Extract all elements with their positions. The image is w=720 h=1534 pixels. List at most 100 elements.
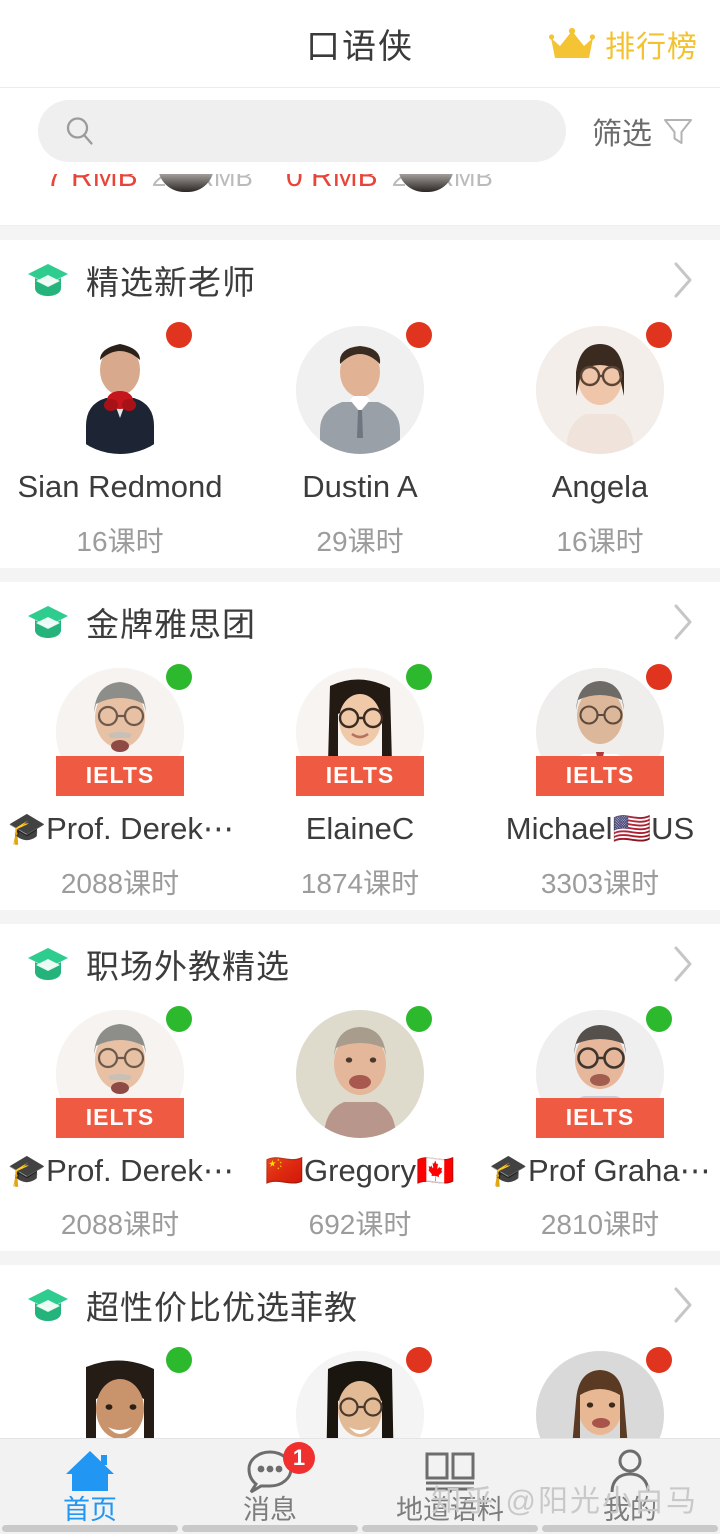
filter-label: 筛选: [592, 118, 652, 151]
teacher-name: Michael🇺🇸US: [505, 810, 695, 846]
ielts-badge: IELTS: [536, 755, 664, 796]
teacher-hours: 2088课时: [60, 1209, 180, 1241]
teacher-card[interactable]: IELTS ElaineC 1874课时: [240, 663, 480, 902]
status-dot-offline: [646, 322, 672, 348]
section-header[interactable]: 超性价比优选菲教: [0, 1265, 720, 1345]
status-dot-offline: [406, 1347, 432, 1374]
ielts-badge: IELTS: [56, 1097, 184, 1138]
status-dot-online: [166, 663, 192, 690]
graduation-cap-icon: [28, 947, 68, 980]
status-dot-offline: [166, 322, 192, 348]
avatar-wrapper: [56, 322, 192, 454]
avatar-wrapper: [536, 1347, 672, 1438]
teacher-card[interactable]: IELTS 🎓Prof. Derek⋯ 2088课时: [0, 1005, 240, 1244]
section-title: 超性价比优选菲教: [86, 1289, 358, 1327]
section-title: 职场外教精选: [86, 947, 290, 985]
teacher-hours: 2088课时: [60, 867, 180, 899]
section-header[interactable]: 精选新老师: [0, 240, 720, 320]
tab-icon-wrapper: 1: [245, 1441, 315, 1494]
chevron-right-icon: [674, 1287, 692, 1323]
search-bar: 筛选: [0, 88, 720, 174]
title-bar: 口语侠 排行榜: [0, 0, 720, 88]
tab-home[interactable]: 首页: [0, 1439, 180, 1534]
teacher-card[interactable]: Dustin A 29课时: [240, 322, 480, 560]
teacher-hours: 2810课时: [540, 1209, 660, 1241]
teacher-card[interactable]: [240, 1347, 480, 1438]
status-dot-online: [406, 663, 432, 690]
teacher-hours: 3303课时: [540, 867, 660, 899]
teacher-hours: 29课时: [316, 525, 404, 557]
ranking-label: 排行榜: [605, 30, 698, 64]
ielts-badge: IELTS: [536, 1097, 664, 1138]
avatar: [536, 1351, 664, 1438]
avatar: [296, 1351, 424, 1438]
avatar: [296, 1009, 424, 1138]
discount-price: 0 RMB: [286, 174, 378, 193]
tab-profile[interactable]: 我的: [540, 1439, 720, 1534]
status-dot-offline: [646, 1347, 672, 1374]
teacher-list: IELTS 🎓Prof. Derek⋯ 2088课时: [0, 662, 720, 902]
graduation-cap-icon: [28, 605, 68, 638]
status-dot-online: [646, 1005, 672, 1032]
avatar-wrapper: IELTS: [536, 1005, 672, 1138]
tab-icon-wrapper: [64, 1448, 116, 1494]
section-header[interactable]: 职场外教精选: [0, 924, 720, 1004]
price-cell: 0 RMB 200RMB: [240, 174, 493, 194]
teacher-name: 🎓Prof Graha⋯: [489, 1152, 711, 1188]
tab-icon-wrapper: [423, 1448, 477, 1494]
funnel-icon: [664, 119, 692, 144]
teacher-list: IELTS 🎓Prof. Derek⋯ 2088课时: [0, 1004, 720, 1244]
teacher-hours: 692课时: [308, 1209, 412, 1241]
teacher-card[interactable]: IELTS 🎓Prof. Derek⋯ 2088课时: [0, 663, 240, 902]
chevron-right-icon: [674, 946, 692, 981]
book-icon: [425, 1452, 475, 1493]
tab-corpus[interactable]: 地道语料: [360, 1439, 540, 1534]
status-dot-online: [166, 1005, 192, 1032]
section-header[interactable]: 金牌雅思团: [0, 582, 720, 662]
chevron-right-icon: [674, 604, 692, 640]
search-field-wrapper[interactable]: [38, 100, 566, 162]
status-dot-offline: [646, 663, 672, 690]
chevron-right-icon: [674, 262, 692, 298]
section-divider: [0, 1251, 720, 1266]
teacher-card[interactable]: [0, 1347, 240, 1438]
section-title: 精选新老师: [86, 264, 256, 301]
avatar-wrapper: [296, 1005, 432, 1138]
avatar-wrapper: [296, 322, 432, 454]
avatar-wrapper: [56, 1347, 192, 1438]
teacher-hours: 16课时: [556, 525, 644, 557]
teacher-card[interactable]: IELTS 🎓Prof Graha⋯ 2810课时: [480, 1005, 720, 1244]
graduation-cap-icon: [28, 264, 68, 296]
graduation-cap-icon: [28, 1289, 68, 1322]
teacher-card[interactable]: Sian Redmond 16课时: [0, 322, 240, 560]
teacher-card[interactable]: 🇨🇳Gregory🇨🇦 692课时: [240, 1005, 480, 1244]
teacher-list: Sian Redmond 16课时 Dustin A 29课时 Angela 1…: [0, 320, 720, 560]
search-input[interactable]: [110, 115, 540, 147]
ranking-button[interactable]: 排行榜: [549, 22, 698, 66]
teacher-card[interactable]: Angela 16课时: [480, 322, 720, 560]
filter-button[interactable]: 筛选: [586, 109, 698, 153]
avatar: [56, 326, 184, 454]
scrolled-off-card[interactable]: 7 RMB 200RMB 0 RMB 200RMB: [0, 174, 720, 226]
teacher-card[interactable]: IELTS Michael🇺🇸US 3303课时: [480, 663, 720, 902]
tab-label-messages: 消息: [243, 1494, 297, 1525]
teacher-name: 🎓Prof. Derek⋯: [7, 810, 233, 846]
tab-label-home: 首页: [63, 1494, 117, 1525]
status-dot-online: [166, 1347, 192, 1374]
ielts-badge: IELTS: [56, 755, 184, 796]
avatar: [296, 326, 424, 454]
tab-label-profile: 我的: [603, 1494, 657, 1525]
status-dot-online: [406, 1005, 432, 1032]
home-icon: [66, 1450, 114, 1491]
person-icon: [610, 1449, 650, 1492]
teacher-card[interactable]: [480, 1347, 720, 1438]
section-divider: [0, 567, 720, 582]
content-scroll-area[interactable]: 7 RMB 200RMB 0 RMB 200RMB: [0, 174, 720, 1438]
teacher-hours: 16课时: [76, 525, 164, 557]
avatar-wrapper: IELTS: [296, 663, 432, 796]
avatar-wrapper: IELTS: [56, 1005, 192, 1138]
avatar: [56, 1351, 184, 1438]
avatar-wrapper: [536, 322, 672, 454]
tab-messages[interactable]: 1 消息: [180, 1439, 360, 1534]
section-divider: [0, 909, 720, 924]
